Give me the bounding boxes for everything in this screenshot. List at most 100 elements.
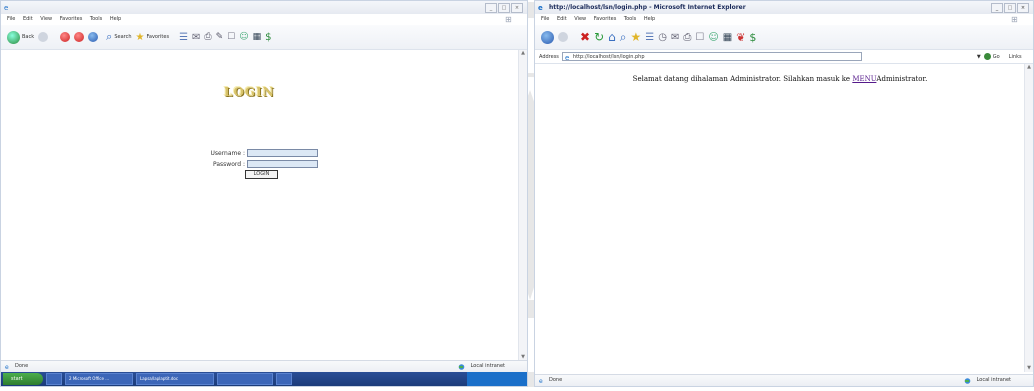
taskbar: start 2 Microsoft Office ... Lapsa/Iapla…: [1, 372, 527, 386]
address-bar: Address e http://localhost/lsn/login.php…: [535, 50, 1033, 64]
svg-text:e: e: [4, 4, 8, 11]
status-bar: e Done Local intranet: [535, 374, 1033, 386]
messenger-icon[interactable]: ☺: [708, 32, 718, 43]
zone-text: Local intranet: [976, 377, 1011, 383]
edit-icon[interactable]: ✎: [216, 32, 224, 42]
refresh-icon[interactable]: [74, 32, 85, 42]
vertical-scrollbar[interactable]: ▲ ▼: [518, 50, 527, 361]
page-done-icon: e: [539, 378, 543, 383]
maximize-button[interactable]: □: [1004, 3, 1016, 13]
svg-text:e: e: [538, 4, 543, 11]
menu-favorites[interactable]: Favorites: [594, 16, 617, 22]
links-button[interactable]: Links: [1009, 54, 1022, 60]
messenger-icon[interactable]: ☺: [239, 32, 248, 42]
menu-bar: File Edit View Favorites Tools Help ⊞: [1, 14, 527, 25]
globe-icon: [964, 378, 971, 384]
username-label: Username :: [210, 149, 245, 157]
taskbar-item[interactable]: [46, 373, 62, 385]
svg-text:e: e: [539, 378, 543, 383]
password-label: Password :: [213, 160, 245, 168]
go-arrow-icon: [983, 53, 991, 60]
stop-icon[interactable]: ✖: [580, 30, 590, 44]
history-icon[interactable]: ☰: [179, 32, 188, 43]
favorites-button[interactable]: ★ Favorites: [136, 32, 170, 43]
discuss-icon[interactable]: ☐: [227, 32, 235, 42]
scroll-up-icon[interactable]: ▲: [519, 50, 527, 57]
minimize-button[interactable]: _: [485, 3, 497, 13]
login-form: Username : Password : LOGIN: [199, 148, 318, 179]
toolbar: Back ⌕ Search ★ Favorites ☰ ✉ ⎙ ✎ ☐ ☺ ▦ …: [1, 25, 527, 50]
windows-flag-icon: ⊞: [505, 15, 512, 24]
svg-text:e: e: [5, 364, 9, 369]
browser-window-admin: e http://localhost/lsn/login.php - Micro…: [534, 0, 1034, 387]
menu-edit[interactable]: Edit: [23, 16, 33, 22]
menu-favorites[interactable]: Favorites: [60, 16, 83, 22]
menu-tools[interactable]: Tools: [90, 16, 102, 22]
go-button[interactable]: Go: [983, 53, 1000, 60]
home-icon[interactable]: [88, 32, 99, 42]
menu-link[interactable]: MENU: [852, 75, 876, 83]
username-input[interactable]: [247, 149, 318, 157]
star-icon: ★: [135, 31, 145, 43]
research-icon[interactable]: ▦: [723, 32, 732, 43]
menu-file[interactable]: File: [541, 16, 549, 22]
login-button[interactable]: LOGIN: [245, 170, 278, 179]
menu-edit[interactable]: Edit: [557, 16, 567, 22]
search-button[interactable]: ⌕ Search: [106, 30, 131, 44]
mail-icon[interactable]: ✉: [671, 32, 679, 43]
scroll-up-icon[interactable]: ▲: [1025, 64, 1033, 71]
menu-help[interactable]: Help: [644, 16, 655, 22]
refresh-icon[interactable]: ↻: [594, 30, 604, 44]
print-icon[interactable]: ⎙: [683, 32, 691, 43]
mail-icon[interactable]: ✉: [192, 32, 200, 43]
back-button[interactable]: Back: [7, 30, 34, 44]
menu-bar: File Edit View Favorites Tools Help ⊞: [535, 14, 1033, 25]
taskbar-item[interactable]: [276, 373, 292, 385]
forward-arrow-icon[interactable]: [38, 32, 49, 42]
maximize-button[interactable]: □: [498, 3, 510, 13]
research-icon[interactable]: ▦: [253, 32, 262, 42]
star-icon[interactable]: ★: [630, 30, 641, 44]
search-icon: ⌕: [106, 30, 113, 43]
forward-arrow-icon[interactable]: [558, 32, 568, 42]
close-button[interactable]: ×: [1017, 3, 1029, 13]
browser-window-login: e _ □ × File Edit View Favorites Tools H…: [0, 0, 528, 387]
windows-flag-icon: ⊞: [1011, 15, 1018, 24]
vertical-scrollbar[interactable]: ▲ ▼: [1024, 64, 1033, 372]
menu-help[interactable]: Help: [110, 16, 121, 22]
links-icon[interactable]: $: [265, 32, 271, 43]
menu-file[interactable]: File: [7, 16, 15, 22]
scroll-down-icon[interactable]: ▼: [1025, 365, 1033, 372]
system-tray: [467, 372, 527, 386]
password-input[interactable]: [247, 160, 318, 168]
welcome-message: Selamat datang dihalaman Administrator. …: [632, 75, 928, 83]
title-bar: e http://localhost/lsn/login.php - Micro…: [535, 1, 1033, 14]
msn-icon[interactable]: ❦: [736, 31, 745, 44]
taskbar-item[interactable]: 2 Microsoft Office ...: [65, 373, 133, 385]
ie-icon: e: [538, 4, 543, 11]
home-icon[interactable]: ⌂: [608, 30, 616, 44]
start-button[interactable]: start: [3, 373, 43, 385]
stop-icon[interactable]: [60, 32, 71, 42]
links-icon[interactable]: $: [749, 31, 756, 44]
menu-tools[interactable]: Tools: [624, 16, 636, 22]
page-content: LOGIN Username : Password : LOGIN ▲ ▼: [1, 50, 527, 361]
close-button[interactable]: ×: [511, 3, 523, 13]
back-arrow-icon[interactable]: [541, 30, 554, 44]
edit-icon[interactable]: ☐: [695, 32, 704, 43]
menu-view[interactable]: View: [574, 16, 586, 22]
taskbar-item[interactable]: [217, 373, 273, 385]
page-content: Selamat datang dihalaman Administrator. …: [535, 64, 1033, 372]
menu-view[interactable]: View: [40, 16, 52, 22]
address-dropdown-icon[interactable]: ▼: [977, 54, 981, 60]
address-input[interactable]: e http://localhost/lsn/login.php: [561, 52, 862, 61]
minimize-button[interactable]: _: [991, 3, 1003, 13]
print-icon[interactable]: ⎙: [204, 32, 211, 42]
search-icon[interactable]: ⌕: [620, 30, 627, 45]
ie-icon: e: [4, 4, 8, 11]
history-icon[interactable]: ☰: [645, 32, 654, 43]
status-text: Done: [15, 363, 29, 369]
taskbar-item[interactable]: Lapsa/Iaplaptit.doc: [136, 373, 214, 385]
media-icon[interactable]: ◷: [658, 32, 667, 43]
address-label: Address: [539, 53, 559, 60]
